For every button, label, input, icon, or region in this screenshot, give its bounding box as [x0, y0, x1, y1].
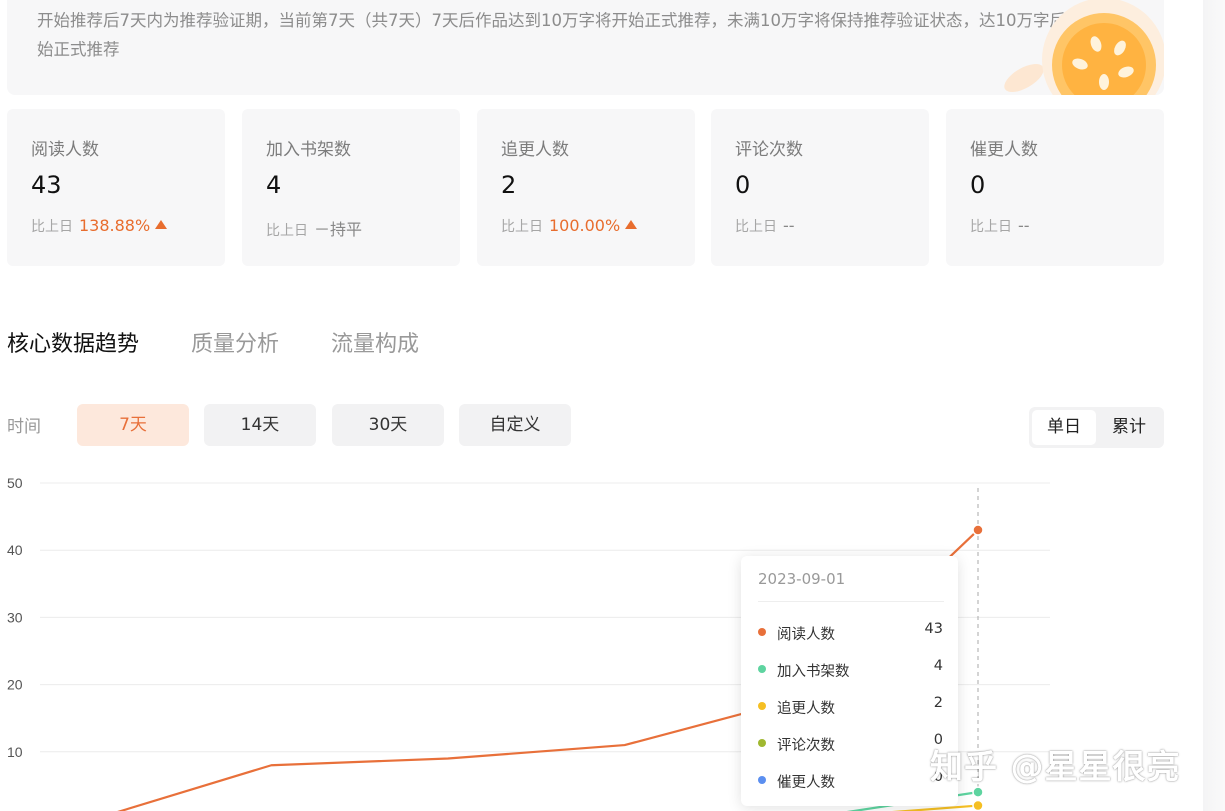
- compare-prefix: 比上日: [735, 219, 777, 235]
- series-point-1: [972, 786, 984, 798]
- series-dot-icon: [758, 739, 766, 747]
- series-line-2: [891, 804, 979, 811]
- orange-fruit-illustration: [1004, 0, 1164, 95]
- tab-traffic-composition[interactable]: 流量构成: [331, 326, 419, 358]
- watermark: 知乎 @星星很亮: [930, 747, 1181, 786]
- series-dot-icon: [758, 665, 766, 673]
- tooltip-series-name: 阅读人数: [777, 627, 835, 643]
- compare-prefix: 比上日: [501, 219, 543, 235]
- y-tick-label: 40: [7, 542, 23, 558]
- tooltip-series-value: 43: [924, 621, 943, 637]
- notice-text: 开始推荐后7天内为推荐验证期，当前第7天（共7天）7天后作品达到10万字将开始正…: [37, 11, 1083, 59]
- tooltip-row: 追更人数 2: [758, 695, 943, 717]
- daily-cumulative-toggle: 单日 累计: [1029, 407, 1164, 448]
- tooltip-row: 阅读人数 43: [758, 621, 943, 643]
- tooltip-series-name: 加入书架数: [777, 664, 850, 680]
- recommendation-notice: 开始推荐后7天内为推荐验证期，当前第7天（共7天）7天后作品达到10万字将开始正…: [7, 0, 1164, 95]
- right-edge-shade: [1203, 0, 1225, 811]
- stat-value: 0: [735, 171, 751, 199]
- tooltip-date: 2023-09-01: [758, 570, 846, 588]
- tooltip-series-name: 催更人数: [777, 775, 835, 791]
- compare-prefix: 比上日: [266, 223, 308, 239]
- y-tick-label: 10: [7, 744, 23, 760]
- stat-card-comments: 评论次数 0 比上日 --: [711, 109, 929, 266]
- stat-value: 4: [266, 171, 282, 199]
- series-dot-icon: [758, 628, 766, 636]
- stat-value: 43: [31, 171, 62, 199]
- y-tick-label: 30: [7, 609, 23, 625]
- tooltip-row: 加入书架数 4: [758, 658, 943, 680]
- compare-value: --: [1018, 216, 1030, 235]
- stat-card-bookshelf: 加入书架数 4 比上日 －持平: [242, 109, 460, 266]
- stat-compare: 比上日 --: [735, 216, 795, 236]
- toggle-daily[interactable]: 单日: [1032, 410, 1096, 445]
- compare-prefix: 比上日: [31, 219, 73, 235]
- stat-card-urges: 催更人数 0 比上日 --: [946, 109, 1164, 266]
- stat-label: 追更人数: [501, 140, 569, 160]
- y-tick-label: 20: [7, 677, 23, 693]
- range-button-14d[interactable]: 14天: [204, 404, 316, 446]
- compare-value: 138.88%: [79, 216, 151, 235]
- stat-label: 阅读人数: [31, 140, 99, 160]
- stat-card-followers: 追更人数 2 比上日 100.00%: [477, 109, 695, 266]
- stat-compare: 比上日 100.00%: [501, 216, 638, 236]
- compare-value: 100.00%: [549, 216, 621, 235]
- range-button-30d[interactable]: 30天: [332, 404, 444, 446]
- series-point-2: [972, 799, 984, 811]
- tooltip-series-name: 追更人数: [777, 701, 835, 717]
- range-button-custom[interactable]: 自定义: [459, 404, 571, 446]
- tooltip-divider: [758, 601, 944, 602]
- tooltip-series-name: 评论次数: [777, 738, 835, 754]
- series-dot-icon: [758, 776, 766, 784]
- tooltip-row: 催更人数 0: [758, 769, 943, 791]
- stat-label: 加入书架数: [266, 140, 351, 160]
- series-dot-icon: [758, 702, 766, 710]
- compare-value: --: [783, 216, 795, 235]
- up-arrow-icon: [625, 220, 638, 229]
- stat-value: 0: [970, 171, 986, 199]
- compare-value: －持平: [314, 220, 363, 239]
- tooltip-row: 评论次数 0: [758, 732, 943, 754]
- tab-quality-analysis[interactable]: 质量分析: [191, 326, 279, 358]
- stat-label: 催更人数: [970, 140, 1038, 160]
- range-button-7d[interactable]: 7天: [77, 404, 189, 446]
- series-point-0: [972, 524, 984, 536]
- time-label: 时间: [7, 417, 41, 437]
- stat-card-reads: 阅读人数 43 比上日 138.88%: [7, 109, 225, 266]
- chart-tooltip: 2023-09-01 阅读人数 43 加入书架数 4 追更人数 2 评论次数 0…: [741, 556, 958, 806]
- stat-compare: 比上日 －持平: [266, 216, 362, 240]
- stat-value: 2: [501, 171, 517, 199]
- y-tick-label: 50: [7, 475, 23, 491]
- stat-label: 评论次数: [735, 140, 803, 160]
- tooltip-series-value: 4: [933, 658, 943, 674]
- tab-core-trend[interactable]: 核心数据趋势: [7, 326, 139, 358]
- stat-compare: 比上日 --: [970, 216, 1030, 236]
- compare-prefix: 比上日: [970, 219, 1012, 235]
- stat-compare: 比上日 138.88%: [31, 216, 168, 236]
- up-arrow-icon: [155, 220, 168, 229]
- toggle-cumulative[interactable]: 累计: [1097, 410, 1161, 445]
- tooltip-series-value: 2: [933, 695, 943, 711]
